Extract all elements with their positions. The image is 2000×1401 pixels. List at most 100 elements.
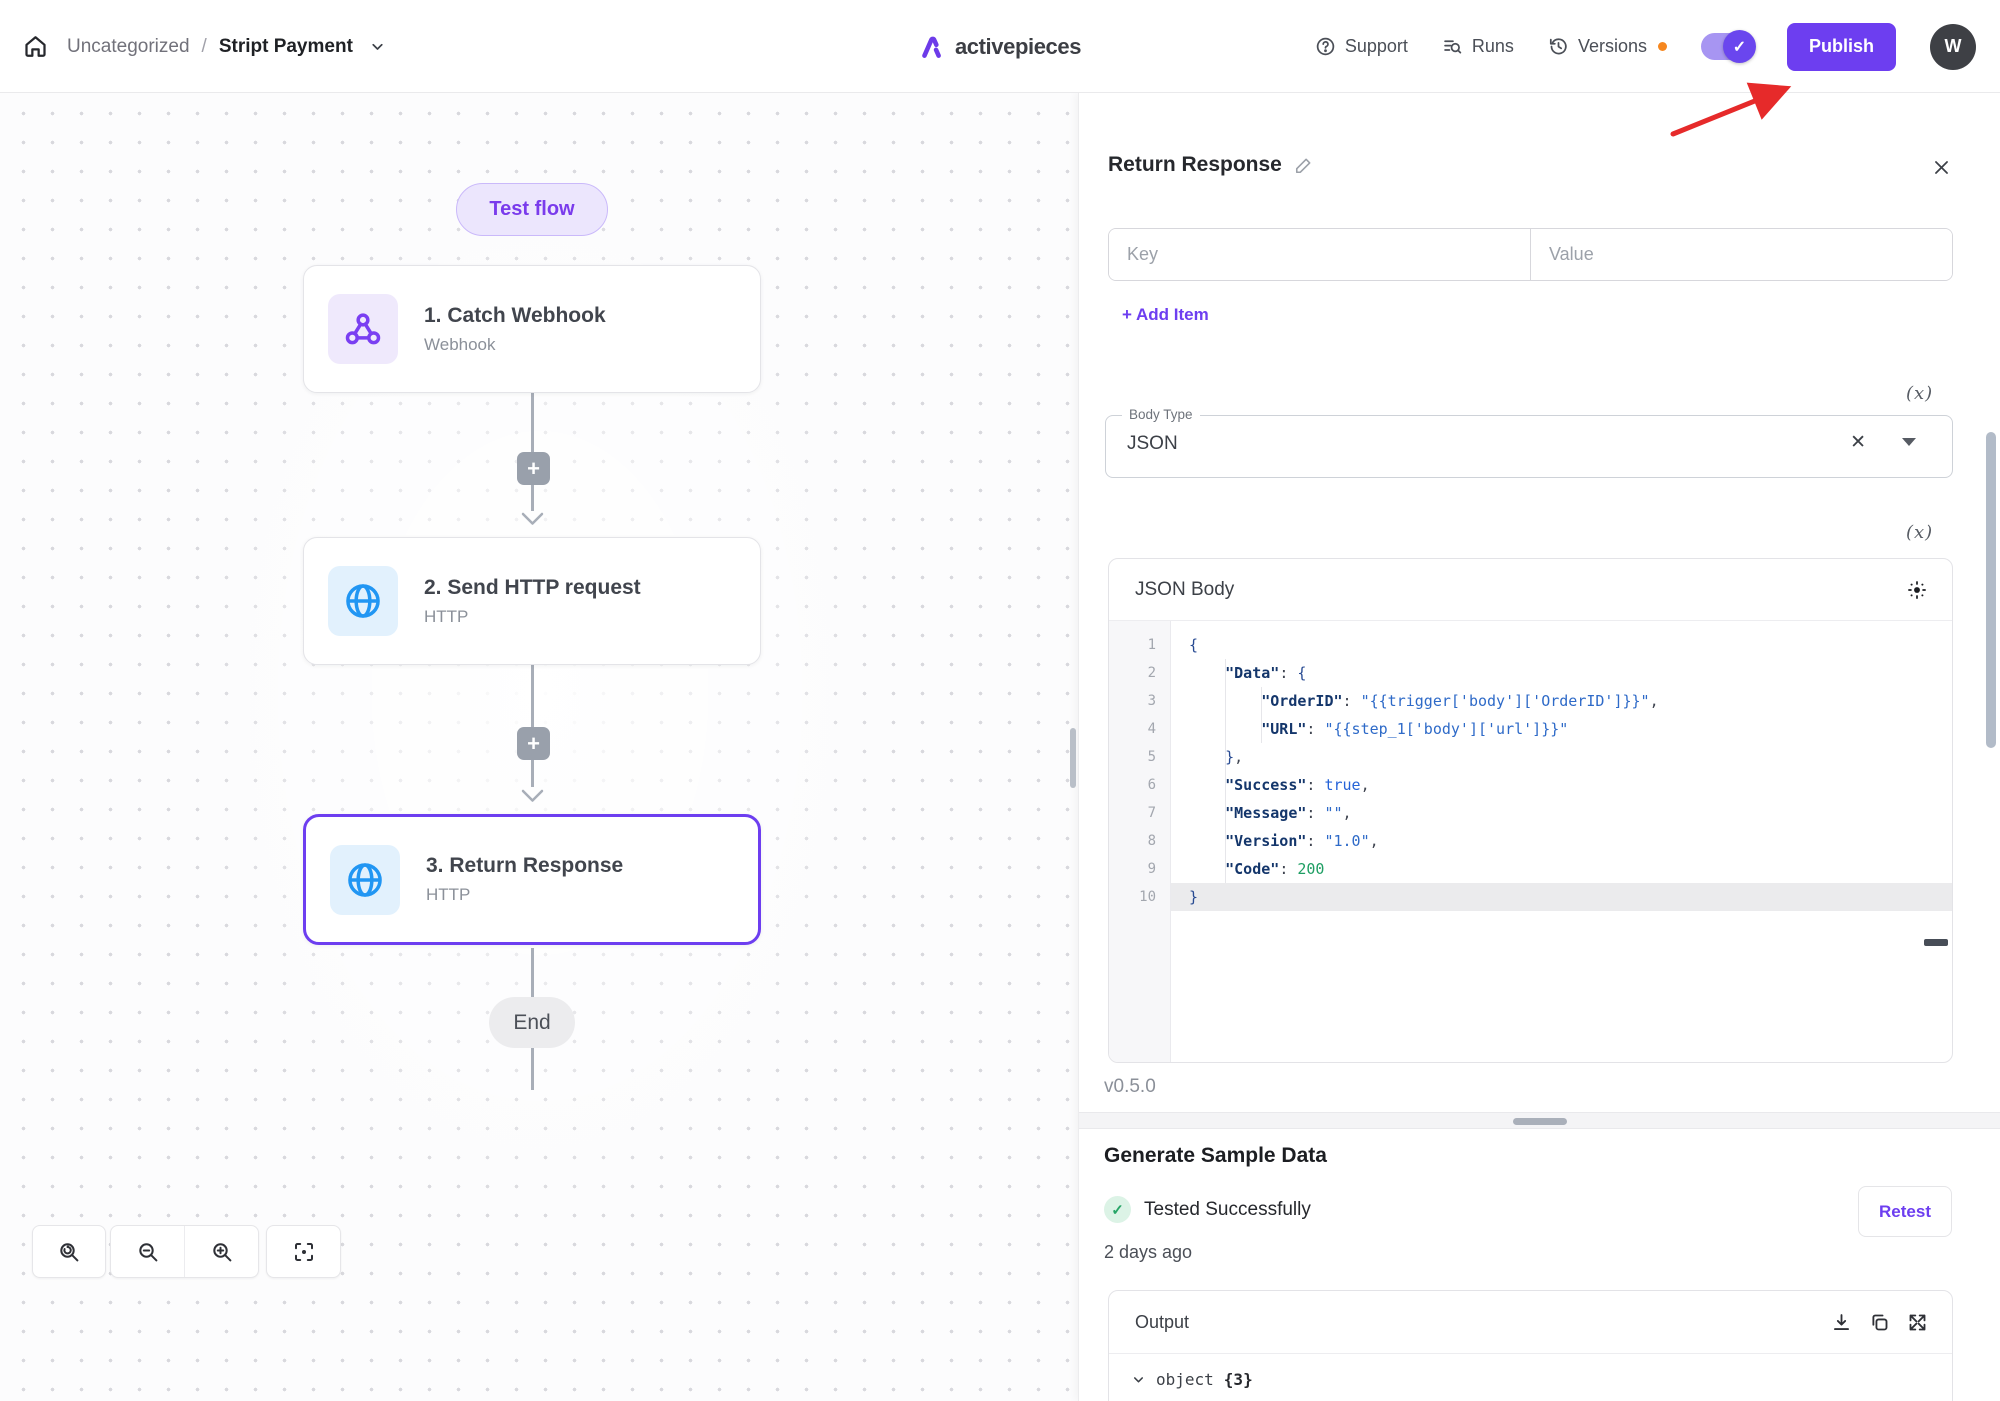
help-circle-icon — [1315, 36, 1336, 57]
publish-button[interactable]: Publish — [1787, 23, 1896, 71]
close-icon — [1932, 158, 1951, 177]
code-line[interactable]: "Success": true, — [1171, 771, 1952, 799]
step-card-send-http[interactable]: 2. Send HTTP request HTTP — [303, 537, 761, 665]
activepieces-logo: activepieces — [919, 0, 1081, 93]
test-status-text: Tested Successfully — [1144, 1199, 1311, 1221]
insert-variable-button[interactable]: (x) — [1906, 383, 1933, 404]
close-panel-button[interactable] — [1926, 152, 1956, 182]
insert-variable-button[interactable]: (x) — [1906, 522, 1933, 543]
activepieces-logo-icon — [919, 34, 946, 60]
indent-guide — [1261, 687, 1262, 743]
code-line[interactable]: "OrderID": "{{trigger['body']['OrderID']… — [1171, 687, 1952, 715]
add-step-button-1[interactable] — [517, 452, 550, 485]
code-line[interactable]: "Version": "1.0", — [1171, 827, 1952, 855]
test-flow-button[interactable]: Test flow — [456, 183, 608, 236]
step-title: 1. Catch Webhook — [424, 304, 606, 328]
code-line[interactable]: "Message": "", — [1171, 799, 1952, 827]
connector-arrow-1 — [521, 512, 544, 526]
tree-node-type: object — [1156, 1370, 1214, 1389]
step-subtitle: HTTP — [424, 607, 641, 627]
home-button[interactable] — [22, 33, 49, 60]
output-section: Output object {3} — [1108, 1290, 1953, 1401]
code-line[interactable]: { — [1171, 631, 1952, 659]
key-input[interactable] — [1109, 229, 1531, 280]
breadcrumb-category[interactable]: Uncategorized — [67, 36, 190, 58]
step-subtitle: Webhook — [424, 335, 606, 355]
toggle-check-icon: ✓ — [1723, 30, 1756, 63]
flow-end-badge: End — [489, 997, 575, 1048]
code-line[interactable]: "Code": 200 — [1171, 855, 1952, 883]
add-item-button[interactable]: + Add Item — [1122, 305, 1209, 325]
flow-enabled-toggle[interactable]: ✓ — [1701, 33, 1753, 60]
section-resize-handle[interactable] — [1513, 1118, 1567, 1125]
body-type-value: JSON — [1127, 433, 1178, 455]
top-navbar: Uncategorized / Stript Payment activepie… — [0, 0, 2000, 93]
step-card-return-response[interactable]: 3. Return Response HTTP — [303, 814, 761, 945]
code-line[interactable]: }, — [1171, 743, 1952, 771]
home-icon — [22, 33, 49, 60]
code-line[interactable]: } — [1171, 883, 1952, 911]
avatar[interactable]: W — [1930, 24, 1976, 70]
code-line[interactable]: "URL": "{{step_1['body']['url']}}" — [1171, 715, 1952, 743]
retest-button[interactable]: Retest — [1858, 1186, 1952, 1237]
step-title: 3. Return Response — [426, 854, 623, 878]
globe-icon — [328, 566, 398, 636]
panel-section-divider — [1079, 1112, 2000, 1129]
tree-node-count: {3} — [1224, 1370, 1253, 1389]
versions-history-icon — [1548, 36, 1569, 57]
indent-guide — [1225, 659, 1226, 883]
json-body-editor: JSON Body 12345678910 { "Data": { "Order… — [1108, 558, 1953, 1063]
add-step-button-2[interactable] — [517, 727, 550, 760]
breadcrumb-separator: / — [202, 36, 207, 58]
piece-version-label: v0.5.0 — [1104, 1076, 1156, 1098]
versions-label: Versions — [1578, 36, 1647, 57]
support-label: Support — [1345, 36, 1408, 57]
code-editor-area[interactable]: { "Data": { "OrderID": "{{trigger['body'… — [1171, 621, 1952, 1063]
activepieces-logo-text: activepieces — [955, 34, 1081, 60]
edit-pencil-icon[interactable] — [1294, 156, 1313, 175]
zoom-reset-button[interactable] — [32, 1225, 106, 1278]
globe-icon — [330, 845, 400, 915]
output-title: Output — [1135, 1312, 1189, 1333]
clear-selection-icon[interactable]: ✕ — [1850, 431, 1866, 454]
panel-resize-handle[interactable] — [1070, 728, 1076, 788]
generate-sample-data-title: Generate Sample Data — [1104, 1144, 1327, 1168]
dropdown-caret-icon[interactable] — [1902, 438, 1916, 446]
runs-link[interactable]: Runs — [1442, 36, 1514, 57]
versions-link[interactable]: Versions — [1548, 36, 1667, 57]
step-card-catch-webhook[interactable]: 1. Catch Webhook Webhook — [303, 265, 761, 393]
body-type-select[interactable]: Body Type JSON ✕ — [1105, 415, 1953, 478]
download-icon[interactable] — [1831, 1312, 1852, 1333]
ai-sparkle-icon[interactable] — [1906, 579, 1928, 601]
success-check-icon: ✓ — [1104, 1196, 1131, 1223]
unpublished-changes-dot — [1658, 42, 1667, 51]
connector-arrow-2 — [521, 789, 544, 803]
zoom-out-button[interactable] — [111, 1226, 185, 1277]
editor-scrollbar-thumb[interactable] — [1924, 939, 1948, 946]
breadcrumb: Uncategorized / Stript Payment — [67, 36, 386, 58]
zoom-in-button[interactable] — [185, 1226, 258, 1277]
expand-icon[interactable] — [1907, 1312, 1928, 1333]
flow-name[interactable]: Stript Payment — [219, 36, 353, 58]
chevron-down-icon — [369, 38, 386, 55]
body-type-label: Body Type — [1122, 407, 1200, 422]
zoom-in-icon — [210, 1240, 234, 1264]
output-tree-root[interactable]: object {3} — [1109, 1354, 1952, 1389]
panel-scrollbar-thumb[interactable] — [1986, 432, 1996, 748]
panel-title: Return Response — [1108, 153, 1282, 177]
fit-view-button[interactable] — [266, 1225, 341, 1278]
chevron-down-icon — [1131, 1372, 1146, 1387]
runs-label: Runs — [1472, 36, 1514, 57]
fit-view-icon — [292, 1240, 316, 1264]
copy-icon[interactable] — [1869, 1312, 1890, 1333]
webhook-icon — [328, 294, 398, 364]
runs-list-search-icon — [1442, 36, 1463, 57]
test-timestamp: 2 days ago — [1104, 1242, 1192, 1263]
line-number-gutter: 12345678910 — [1109, 621, 1171, 1063]
value-input[interactable] — [1531, 229, 1952, 280]
zoom-reset-icon — [57, 1240, 81, 1264]
flow-menu-button[interactable] — [369, 38, 386, 55]
support-link[interactable]: Support — [1315, 36, 1408, 57]
connector-line-2 — [531, 665, 534, 787]
code-line[interactable]: "Data": { — [1171, 659, 1952, 687]
